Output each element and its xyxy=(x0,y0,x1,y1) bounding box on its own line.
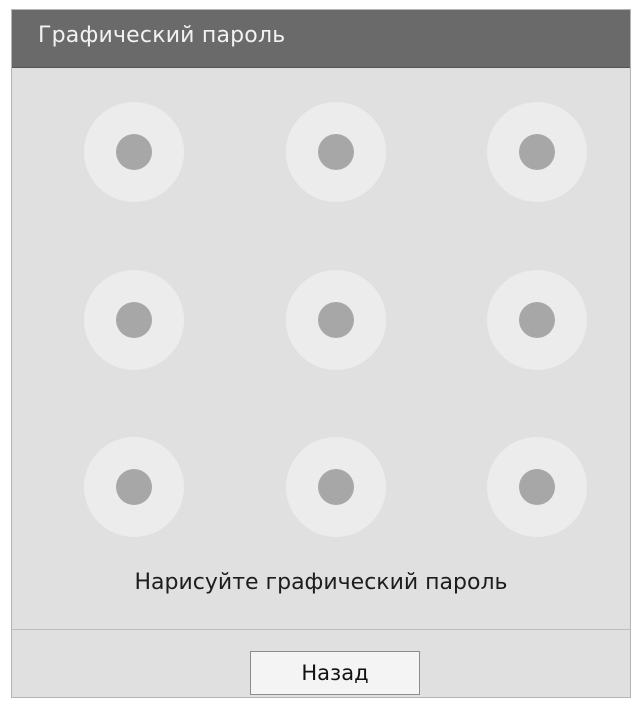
pattern-grid[interactable] xyxy=(12,68,630,568)
back-button[interactable]: Назад xyxy=(250,651,420,695)
pattern-node-1[interactable] xyxy=(84,102,184,202)
title-bar: Графический пароль xyxy=(12,10,630,68)
pattern-node-9[interactable] xyxy=(487,437,587,537)
pattern-node-dot xyxy=(519,134,555,170)
draw-pattern-prompt: Нарисуйте графический пароль xyxy=(134,570,508,595)
pattern-node-6[interactable] xyxy=(487,270,587,370)
pattern-node-5[interactable] xyxy=(286,270,386,370)
pattern-node-dot xyxy=(519,302,555,338)
pattern-node-dot xyxy=(519,469,555,505)
pattern-node-2[interactable] xyxy=(286,102,386,202)
pattern-node-dot xyxy=(318,469,354,505)
pattern-node-dot xyxy=(116,469,152,505)
pattern-password-dialog: Графический пароль Нарисуйте графический… xyxy=(11,9,631,698)
pattern-node-dot xyxy=(116,302,152,338)
footer-divider xyxy=(12,629,630,630)
pattern-node-dot xyxy=(318,302,354,338)
pattern-node-7[interactable] xyxy=(84,437,184,537)
pattern-node-4[interactable] xyxy=(84,270,184,370)
pattern-node-8[interactable] xyxy=(286,437,386,537)
pattern-node-dot xyxy=(318,134,354,170)
dialog-title: Графический пароль xyxy=(38,23,286,48)
pattern-node-3[interactable] xyxy=(487,102,587,202)
pattern-node-dot xyxy=(116,134,152,170)
